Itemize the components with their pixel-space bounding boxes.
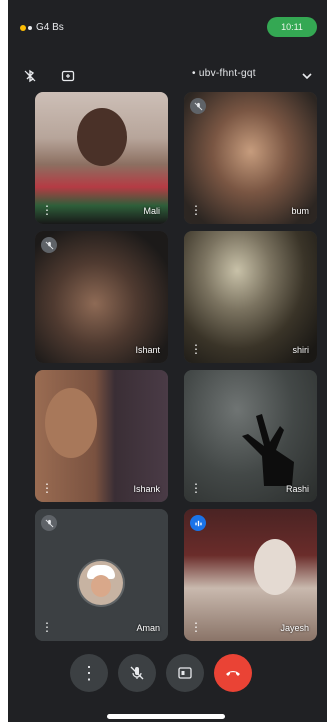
participant-name: Ishank xyxy=(133,484,160,494)
participant-name: bum xyxy=(291,206,309,216)
participant-tile[interactable]: ⋮ bum xyxy=(184,92,317,224)
more-vert-icon[interactable]: ⋮ xyxy=(41,480,53,496)
more-vert-icon[interactable]: ⋮ xyxy=(41,202,53,218)
microphone-button[interactable] xyxy=(118,654,156,692)
captions-button[interactable] xyxy=(166,654,204,692)
end-call-icon xyxy=(226,671,240,676)
video-feed xyxy=(35,231,168,363)
home-indicator[interactable] xyxy=(107,714,225,719)
bluetooth-off-icon[interactable] xyxy=(20,66,40,86)
hand-silhouette xyxy=(242,414,294,486)
status-left: G4 Bs xyxy=(20,22,64,33)
meeting-dot: • xyxy=(192,68,199,79)
mic-off-icon xyxy=(130,666,144,680)
chevron-down-icon[interactable] xyxy=(297,66,317,86)
more-vert-icon[interactable]: ⋮ xyxy=(190,341,202,357)
carrier-text: G4 Bs xyxy=(36,22,64,33)
mic-off-icon xyxy=(190,98,206,114)
end-call-button[interactable] xyxy=(214,654,252,692)
participant-tile[interactable]: ⋮ Jayesh xyxy=(184,509,317,641)
participant-name: Mali xyxy=(143,206,160,216)
signal-icon xyxy=(20,24,26,31)
participant-name: Ishant xyxy=(135,345,160,355)
meeting-code[interactable]: • ubv-fhnt-gqt xyxy=(192,68,256,79)
participant-name: Jayesh xyxy=(280,623,309,633)
call-time: 10:11 xyxy=(281,22,303,32)
mic-off-icon xyxy=(41,515,57,531)
meet-call-screen: G4 Bs 10:11 • ubv-fhnt-gqt ⋮ Mali ⋮ bum … xyxy=(8,0,327,722)
video-feed xyxy=(184,509,317,641)
notification-dot-icon xyxy=(28,25,32,30)
participant-name: shiri xyxy=(292,345,309,355)
switch-camera-icon[interactable] xyxy=(58,66,78,86)
participant-face xyxy=(254,539,296,595)
participant-tile[interactable]: ⋮ Mali xyxy=(35,92,168,224)
more-options-button[interactable]: ⋮ xyxy=(70,654,108,692)
call-time-pill[interactable]: 10:11 xyxy=(267,17,317,37)
captions-icon xyxy=(178,667,192,679)
more-vert-icon[interactable]: ⋮ xyxy=(190,480,202,496)
more-vert-icon[interactable]: ⋮ xyxy=(190,619,202,635)
avatar xyxy=(79,561,123,605)
video-feed xyxy=(184,92,317,224)
participant-tile[interactable]: ⋮ Rashi xyxy=(184,370,317,502)
participant-tile[interactable]: ⋮ Ishank xyxy=(35,370,168,502)
participant-grid: ⋮ Mali ⋮ bum Ishant ⋮ shiri ⋮ Ishank ⋮ R… xyxy=(35,92,317,642)
speaking-indicator-icon xyxy=(190,515,206,531)
more-vert-icon[interactable]: ⋮ xyxy=(41,619,53,635)
status-bar: G4 Bs 10:11 xyxy=(8,0,327,58)
participant-tile[interactable]: ⋮ Aman xyxy=(35,509,168,641)
participant-name: Aman xyxy=(136,623,160,633)
meeting-toolbar: • ubv-fhnt-gqt xyxy=(8,62,327,90)
mic-off-icon xyxy=(41,237,57,253)
participant-face xyxy=(77,108,127,166)
more-vert-icon: ⋮ xyxy=(80,663,98,683)
participant-tile[interactable]: Ishant xyxy=(35,231,168,363)
video-feed xyxy=(184,231,317,363)
participant-name: Rashi xyxy=(285,484,309,494)
call-controls: ⋮ xyxy=(8,652,327,696)
participant-tile[interactable]: ⋮ shiri xyxy=(184,231,317,363)
participant-face xyxy=(45,388,97,458)
more-vert-icon[interactable]: ⋮ xyxy=(190,202,202,218)
